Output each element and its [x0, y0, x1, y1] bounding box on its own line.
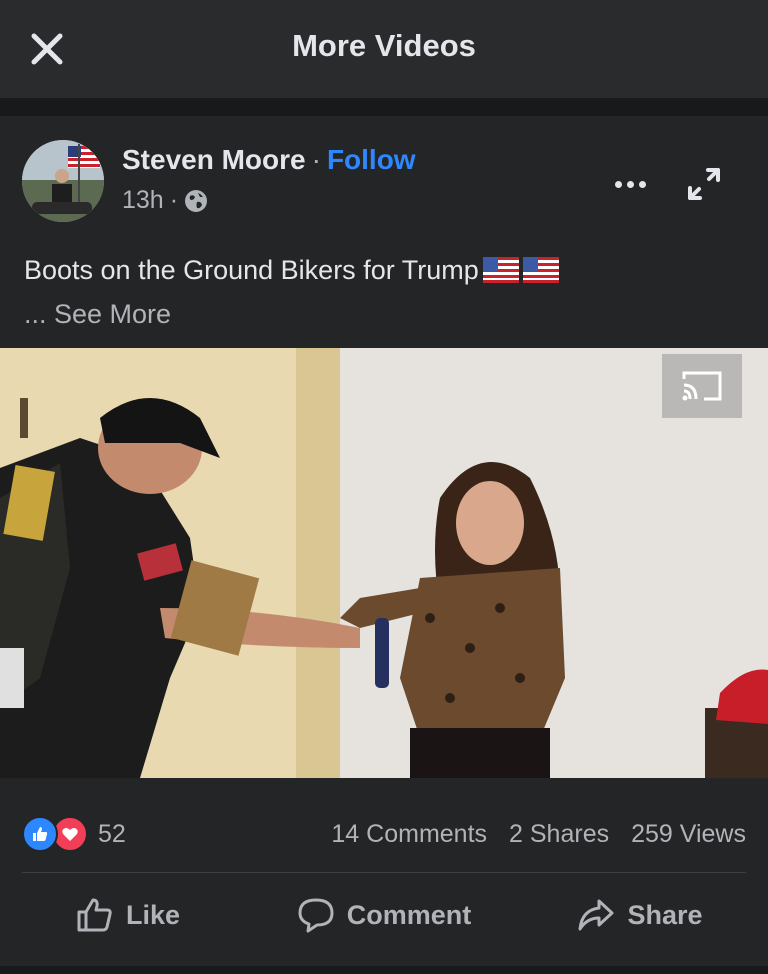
- post-stats: 52 14 Comments 2 Shares 259 Views: [22, 816, 746, 852]
- like-button[interactable]: Like: [0, 897, 256, 933]
- caption-text: Boots on the Ground Bikers for Trump: [24, 255, 479, 285]
- divider: [22, 872, 746, 873]
- cast-button[interactable]: [662, 354, 742, 418]
- action-bar: Like Comment Share: [0, 886, 768, 944]
- follow-button[interactable]: Follow: [327, 144, 416, 175]
- author-name[interactable]: Steven Moore: [122, 144, 306, 175]
- post-meta: 13h ·: [122, 186, 208, 215]
- comment-button[interactable]: Comment: [256, 897, 512, 933]
- share-arrow-icon: [578, 899, 614, 931]
- bottom-divider: [0, 966, 768, 974]
- section-divider: [0, 99, 768, 116]
- share-button[interactable]: Share: [512, 897, 768, 933]
- comment-icon: [298, 898, 334, 933]
- cast-icon: [682, 371, 722, 401]
- like-label: Like: [125, 899, 181, 930]
- post-time[interactable]: 13h: [122, 186, 164, 215]
- meta-separator: ·: [169, 186, 179, 214]
- top-bar: More Videos: [0, 0, 768, 99]
- globe-icon: [185, 189, 208, 212]
- thumbs-up-icon: [77, 898, 112, 932]
- views-count: 259 Views: [631, 819, 746, 848]
- video-player[interactable]: [0, 348, 768, 778]
- more-options-icon: [614, 180, 622, 188]
- video-frame: [0, 348, 768, 778]
- reaction-count: 52: [98, 819, 126, 848]
- comments-count[interactable]: 14 Comments: [331, 820, 487, 849]
- see-more-link[interactable]: ... See More: [24, 299, 171, 329]
- video-post: Steven Moore · Follow 13h · Boots on the G…: [0, 116, 768, 966]
- expand-button[interactable]: [682, 162, 726, 206]
- comment-label: Comment: [346, 899, 472, 930]
- more-options-dot: [638, 180, 646, 188]
- separator-dot: ·: [311, 144, 321, 175]
- engagement-counts: 14 Comments 2 Shares 259 Views: [331, 820, 746, 849]
- author-line: Steven Moore · Follow: [122, 144, 416, 176]
- avatar[interactable]: [22, 140, 104, 222]
- expand-icon: [688, 168, 720, 200]
- reactions-summary[interactable]: 52: [22, 816, 126, 852]
- more-options-button[interactable]: [608, 166, 652, 202]
- share-label: Share: [627, 899, 703, 930]
- us-flag-emoji: [482, 254, 519, 294]
- like-reaction-icon: [22, 816, 58, 852]
- page-title: More Videos: [292, 28, 476, 63]
- more-options-dot: [626, 180, 634, 188]
- us-flag-emoji: [522, 254, 559, 294]
- post-caption: Boots on the Ground Bikers for Trump ...…: [24, 250, 744, 334]
- shares-count[interactable]: 2 Shares: [509, 820, 609, 849]
